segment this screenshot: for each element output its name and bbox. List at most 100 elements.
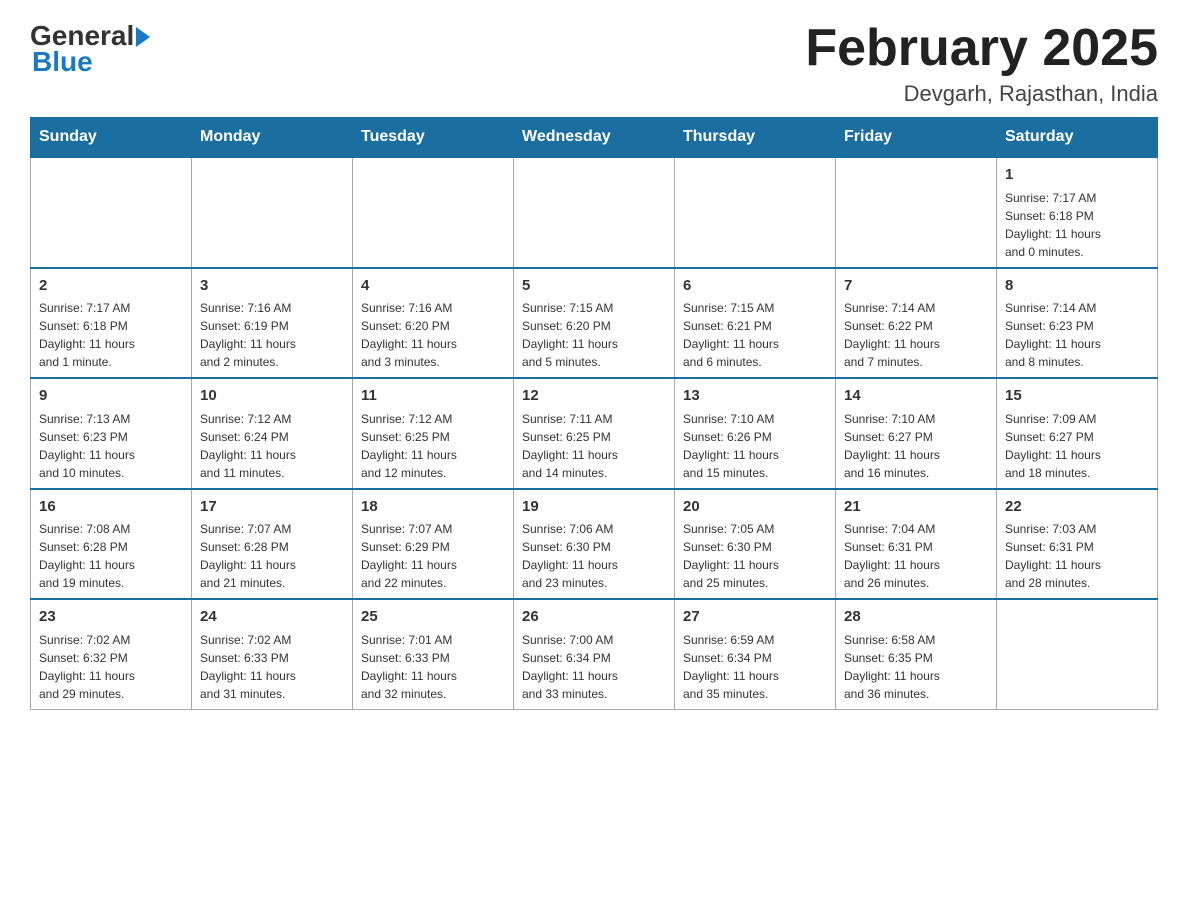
day-info: Sunrise: 7:07 AM Sunset: 6:28 PM Dayligh… [200, 520, 344, 592]
calendar-cell [675, 157, 836, 268]
day-info: Sunrise: 7:14 AM Sunset: 6:22 PM Dayligh… [844, 299, 988, 371]
calendar-cell [836, 157, 997, 268]
day-number: 12 [522, 385, 666, 408]
day-info: Sunrise: 7:00 AM Sunset: 6:34 PM Dayligh… [522, 631, 666, 703]
calendar-body: 1Sunrise: 7:17 AM Sunset: 6:18 PM Daylig… [31, 157, 1158, 709]
calendar-cell: 23Sunrise: 7:02 AM Sunset: 6:32 PM Dayli… [31, 599, 192, 709]
day-number: 5 [522, 275, 666, 298]
calendar-table: SundayMondayTuesdayWednesdayThursdayFrid… [30, 117, 1158, 710]
calendar-cell: 2Sunrise: 7:17 AM Sunset: 6:18 PM Daylig… [31, 268, 192, 379]
calendar-cell: 18Sunrise: 7:07 AM Sunset: 6:29 PM Dayli… [353, 489, 514, 600]
calendar-cell: 26Sunrise: 7:00 AM Sunset: 6:34 PM Dayli… [514, 599, 675, 709]
day-info: Sunrise: 7:12 AM Sunset: 6:25 PM Dayligh… [361, 410, 505, 482]
calendar-cell: 10Sunrise: 7:12 AM Sunset: 6:24 PM Dayli… [192, 378, 353, 489]
calendar-cell: 28Sunrise: 6:58 AM Sunset: 6:35 PM Dayli… [836, 599, 997, 709]
day-info: Sunrise: 7:04 AM Sunset: 6:31 PM Dayligh… [844, 520, 988, 592]
calendar-cell: 24Sunrise: 7:02 AM Sunset: 6:33 PM Dayli… [192, 599, 353, 709]
calendar-cell: 15Sunrise: 7:09 AM Sunset: 6:27 PM Dayli… [997, 378, 1158, 489]
day-info: Sunrise: 7:10 AM Sunset: 6:26 PM Dayligh… [683, 410, 827, 482]
day-number: 27 [683, 606, 827, 629]
day-info: Sunrise: 7:07 AM Sunset: 6:29 PM Dayligh… [361, 520, 505, 592]
calendar-week-2: 2Sunrise: 7:17 AM Sunset: 6:18 PM Daylig… [31, 268, 1158, 379]
page-header: General Blue February 2025 Devgarh, Raja… [30, 20, 1158, 107]
day-number: 6 [683, 275, 827, 298]
day-info: Sunrise: 7:02 AM Sunset: 6:32 PM Dayligh… [39, 631, 183, 703]
calendar-cell: 22Sunrise: 7:03 AM Sunset: 6:31 PM Dayli… [997, 489, 1158, 600]
calendar-cell: 19Sunrise: 7:06 AM Sunset: 6:30 PM Dayli… [514, 489, 675, 600]
title-block: February 2025 Devgarh, Rajasthan, India [805, 20, 1158, 107]
calendar-cell: 1Sunrise: 7:17 AM Sunset: 6:18 PM Daylig… [997, 157, 1158, 268]
calendar-cell [353, 157, 514, 268]
calendar-cell [514, 157, 675, 268]
day-number: 19 [522, 496, 666, 519]
calendar-cell [997, 599, 1158, 709]
day-number: 25 [361, 606, 505, 629]
weekday-header-saturday: Saturday [997, 118, 1158, 158]
logo-blue-text: Blue [32, 46, 93, 78]
day-info: Sunrise: 7:06 AM Sunset: 6:30 PM Dayligh… [522, 520, 666, 592]
day-number: 16 [39, 496, 183, 519]
weekday-header-monday: Monday [192, 118, 353, 158]
calendar-week-1: 1Sunrise: 7:17 AM Sunset: 6:18 PM Daylig… [31, 157, 1158, 268]
day-number: 24 [200, 606, 344, 629]
day-info: Sunrise: 7:15 AM Sunset: 6:20 PM Dayligh… [522, 299, 666, 371]
day-info: Sunrise: 7:08 AM Sunset: 6:28 PM Dayligh… [39, 520, 183, 592]
calendar-cell: 5Sunrise: 7:15 AM Sunset: 6:20 PM Daylig… [514, 268, 675, 379]
day-number: 23 [39, 606, 183, 629]
day-info: Sunrise: 7:02 AM Sunset: 6:33 PM Dayligh… [200, 631, 344, 703]
day-info: Sunrise: 7:14 AM Sunset: 6:23 PM Dayligh… [1005, 299, 1149, 371]
weekday-header-thursday: Thursday [675, 118, 836, 158]
day-info: Sunrise: 7:16 AM Sunset: 6:19 PM Dayligh… [200, 299, 344, 371]
calendar-cell: 11Sunrise: 7:12 AM Sunset: 6:25 PM Dayli… [353, 378, 514, 489]
day-number: 3 [200, 275, 344, 298]
day-number: 13 [683, 385, 827, 408]
day-info: Sunrise: 7:12 AM Sunset: 6:24 PM Dayligh… [200, 410, 344, 482]
calendar-cell: 25Sunrise: 7:01 AM Sunset: 6:33 PM Dayli… [353, 599, 514, 709]
day-info: Sunrise: 7:15 AM Sunset: 6:21 PM Dayligh… [683, 299, 827, 371]
calendar-cell: 4Sunrise: 7:16 AM Sunset: 6:20 PM Daylig… [353, 268, 514, 379]
calendar-week-3: 9Sunrise: 7:13 AM Sunset: 6:23 PM Daylig… [31, 378, 1158, 489]
day-info: Sunrise: 7:16 AM Sunset: 6:20 PM Dayligh… [361, 299, 505, 371]
day-number: 9 [39, 385, 183, 408]
calendar-cell: 9Sunrise: 7:13 AM Sunset: 6:23 PM Daylig… [31, 378, 192, 489]
calendar-cell: 17Sunrise: 7:07 AM Sunset: 6:28 PM Dayli… [192, 489, 353, 600]
day-number: 26 [522, 606, 666, 629]
day-info: Sunrise: 7:13 AM Sunset: 6:23 PM Dayligh… [39, 410, 183, 482]
calendar-week-5: 23Sunrise: 7:02 AM Sunset: 6:32 PM Dayli… [31, 599, 1158, 709]
day-info: Sunrise: 7:17 AM Sunset: 6:18 PM Dayligh… [1005, 189, 1149, 261]
calendar-cell: 8Sunrise: 7:14 AM Sunset: 6:23 PM Daylig… [997, 268, 1158, 379]
weekday-header-row: SundayMondayTuesdayWednesdayThursdayFrid… [31, 118, 1158, 158]
day-info: Sunrise: 7:10 AM Sunset: 6:27 PM Dayligh… [844, 410, 988, 482]
day-info: Sunrise: 6:58 AM Sunset: 6:35 PM Dayligh… [844, 631, 988, 703]
day-number: 8 [1005, 275, 1149, 298]
day-info: Sunrise: 7:03 AM Sunset: 6:31 PM Dayligh… [1005, 520, 1149, 592]
calendar-subtitle: Devgarh, Rajasthan, India [805, 81, 1158, 107]
day-number: 7 [844, 275, 988, 298]
day-number: 17 [200, 496, 344, 519]
day-info: Sunrise: 7:11 AM Sunset: 6:25 PM Dayligh… [522, 410, 666, 482]
calendar-cell: 3Sunrise: 7:16 AM Sunset: 6:19 PM Daylig… [192, 268, 353, 379]
calendar-cell: 20Sunrise: 7:05 AM Sunset: 6:30 PM Dayli… [675, 489, 836, 600]
calendar-cell: 13Sunrise: 7:10 AM Sunset: 6:26 PM Dayli… [675, 378, 836, 489]
calendar-cell: 16Sunrise: 7:08 AM Sunset: 6:28 PM Dayli… [31, 489, 192, 600]
day-number: 28 [844, 606, 988, 629]
day-number: 15 [1005, 385, 1149, 408]
calendar-cell: 14Sunrise: 7:10 AM Sunset: 6:27 PM Dayli… [836, 378, 997, 489]
calendar-cell: 7Sunrise: 7:14 AM Sunset: 6:22 PM Daylig… [836, 268, 997, 379]
calendar-cell [192, 157, 353, 268]
day-info: Sunrise: 6:59 AM Sunset: 6:34 PM Dayligh… [683, 631, 827, 703]
day-info: Sunrise: 7:05 AM Sunset: 6:30 PM Dayligh… [683, 520, 827, 592]
weekday-header-wednesday: Wednesday [514, 118, 675, 158]
calendar-cell: 27Sunrise: 6:59 AM Sunset: 6:34 PM Dayli… [675, 599, 836, 709]
day-number: 21 [844, 496, 988, 519]
day-number: 1 [1005, 164, 1149, 187]
day-info: Sunrise: 7:01 AM Sunset: 6:33 PM Dayligh… [361, 631, 505, 703]
day-number: 10 [200, 385, 344, 408]
logo-arrow-icon [136, 27, 150, 47]
weekday-header-sunday: Sunday [31, 118, 192, 158]
day-info: Sunrise: 7:09 AM Sunset: 6:27 PM Dayligh… [1005, 410, 1149, 482]
day-number: 2 [39, 275, 183, 298]
day-number: 4 [361, 275, 505, 298]
calendar-cell: 6Sunrise: 7:15 AM Sunset: 6:21 PM Daylig… [675, 268, 836, 379]
calendar-cell: 12Sunrise: 7:11 AM Sunset: 6:25 PM Dayli… [514, 378, 675, 489]
